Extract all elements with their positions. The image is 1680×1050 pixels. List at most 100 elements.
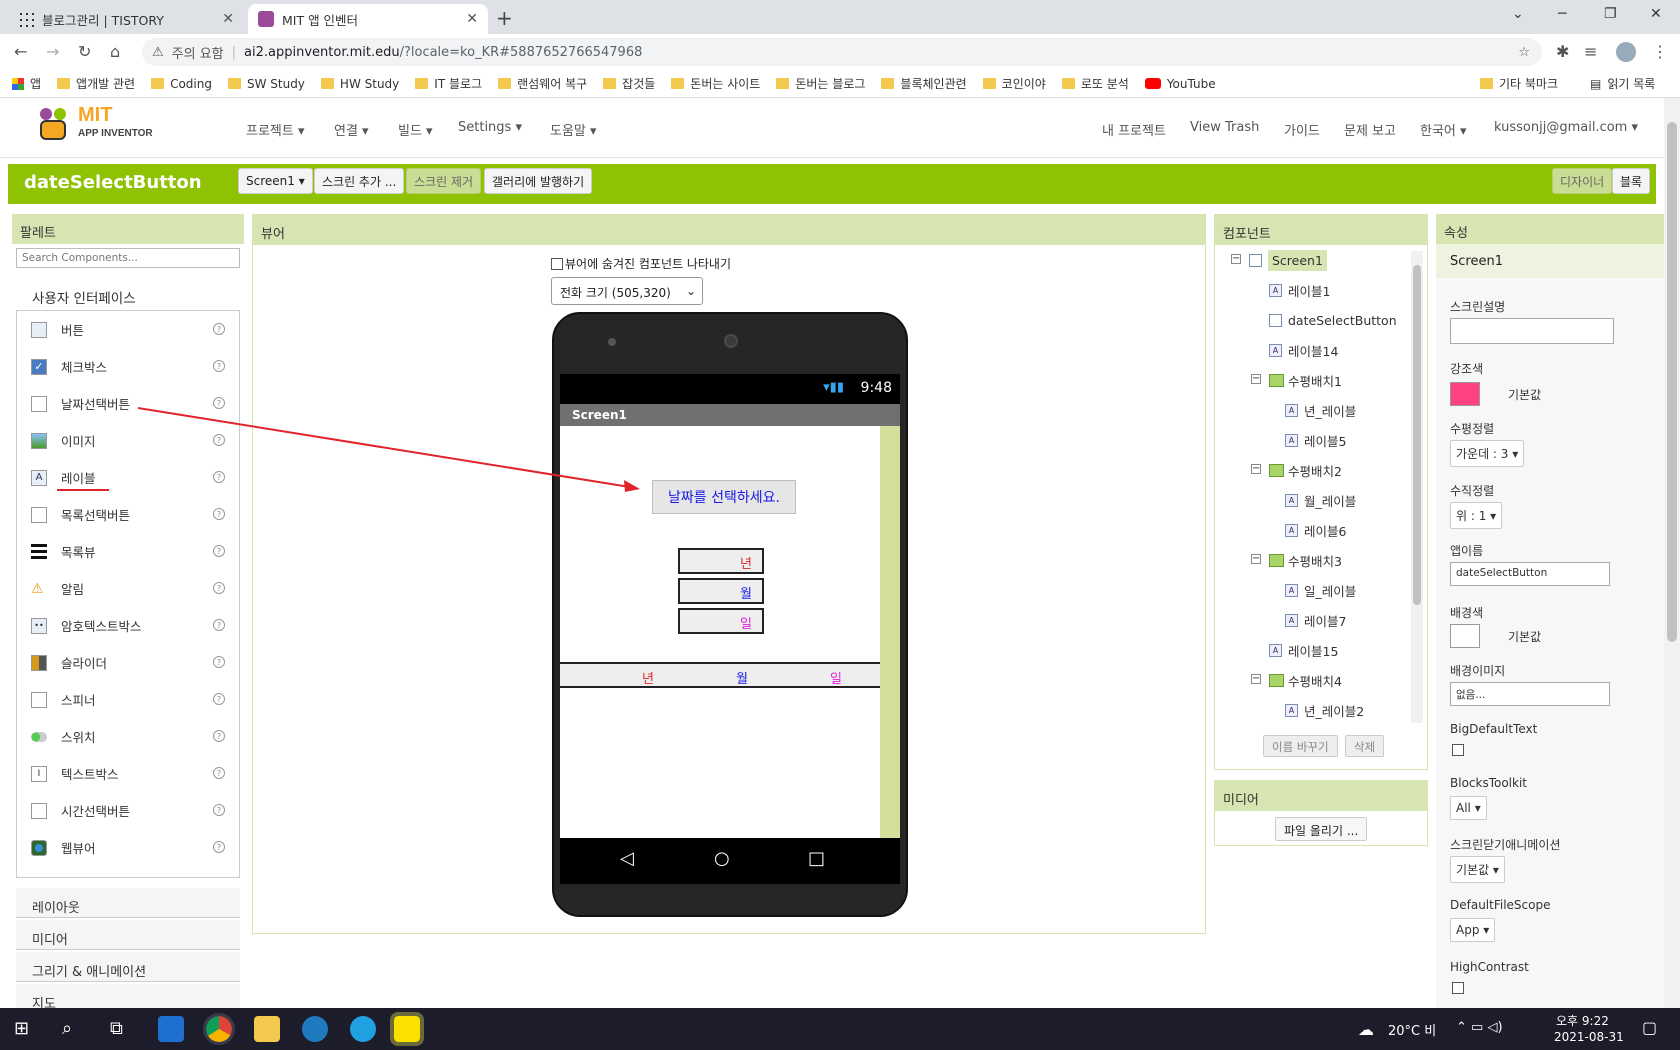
help-icon[interactable]: ? xyxy=(213,323,225,335)
collapse-toggle-icon[interactable]: − xyxy=(1251,674,1261,684)
tree-node[interactable]: A 레이블5 xyxy=(1285,429,1346,451)
close-animation-select[interactable]: 기본값 ▾ xyxy=(1450,856,1505,883)
remove-screen-button[interactable]: 스크린 제거 xyxy=(406,168,482,194)
help-icon[interactable]: ? xyxy=(213,656,225,668)
designer-button[interactable]: 디자이너 xyxy=(1552,168,1613,194)
accent-color-swatch[interactable] xyxy=(1450,382,1480,406)
date-select-button[interactable]: 날짜를 선택하세요. xyxy=(652,480,796,514)
account-menu[interactable]: kussonjj@gmail.com ▾ xyxy=(1494,120,1638,135)
chrome-icon[interactable] xyxy=(203,1013,235,1045)
tree-node[interactable]: dateSelectButton xyxy=(1269,309,1397,331)
tree-node[interactable]: − 수평배치3 xyxy=(1251,549,1342,571)
help-icon[interactable]: ? xyxy=(213,619,225,631)
month-label[interactable]: 월 xyxy=(678,578,764,604)
help-icon[interactable]: ? xyxy=(213,767,225,779)
palette-item-switch[interactable]: 스위치? xyxy=(17,718,239,755)
palette-item-spinner[interactable]: 스피너? xyxy=(17,681,239,718)
collapse-toggle-icon[interactable]: − xyxy=(1251,374,1261,384)
bookmark-folder[interactable]: SW Study xyxy=(227,77,305,91)
teamviewer-icon[interactable] xyxy=(302,1016,328,1042)
palette-item-notifier[interactable]: ⚠ 알림? xyxy=(17,570,239,607)
year-label[interactable]: 년 xyxy=(678,548,764,574)
forward-icon[interactable]: → xyxy=(46,42,59,61)
bookmark-folder[interactable]: 랜섬웨어 복구 xyxy=(498,75,587,92)
menu-kebab-icon[interactable]: ⋮ xyxy=(1652,42,1668,61)
back-nav-icon[interactable]: ◁ xyxy=(620,848,634,869)
blocks-button[interactable]: 블록 xyxy=(1612,168,1651,194)
add-screen-button[interactable]: 스크린 추가 ... xyxy=(314,168,405,194)
recent-apps-icon[interactable]: □ xyxy=(808,848,825,869)
default-file-scope-select[interactable]: App ▾ xyxy=(1450,918,1496,942)
close-tab-icon[interactable]: ✕ xyxy=(222,11,234,27)
background-image-input[interactable]: 없음... xyxy=(1450,682,1610,706)
windows-start-icon[interactable]: ⊞ xyxy=(14,1018,29,1039)
bookmark-folder[interactable]: 돈버는 블로그 xyxy=(776,75,865,92)
clock-time[interactable]: 오후 9:22 xyxy=(1556,1012,1609,1029)
palette-item-webviewer[interactable]: 웹뷰어? xyxy=(17,829,239,866)
bookmark-folder[interactable]: 코인이야 xyxy=(982,75,1046,92)
new-tab-icon[interactable]: + xyxy=(496,6,513,30)
tree-node[interactable]: − 수평배치1 xyxy=(1251,369,1342,391)
tab-app-inventor[interactable]: MIT 앱 인벤터 ✕ xyxy=(248,4,488,34)
ie-icon[interactable] xyxy=(158,1016,184,1042)
about-screen-textarea[interactable] xyxy=(1450,318,1614,344)
help-icon[interactable]: ? xyxy=(213,582,225,594)
align-horizontal-select[interactable]: 가운데 : 3 ▾ xyxy=(1450,440,1525,467)
search-icon[interactable]: ⌕ xyxy=(62,1018,72,1039)
bookmark-folder[interactable]: Coding xyxy=(151,77,212,91)
collapse-toggle-icon[interactable]: − xyxy=(1251,554,1261,564)
app-name-input[interactable]: dateSelectButton xyxy=(1450,562,1610,586)
background-color-swatch[interactable] xyxy=(1450,624,1480,648)
bookmark-reading-list[interactable]: ▤ 읽기 목록 xyxy=(1590,75,1655,92)
tree-node[interactable]: A 레이블15 xyxy=(1269,639,1338,661)
task-view-icon[interactable]: ⧉ xyxy=(110,1018,123,1039)
upload-file-button[interactable]: 파일 올리기 ... xyxy=(1275,817,1368,841)
show-hidden-checkbox[interactable] xyxy=(551,257,563,270)
phone-size-select[interactable]: 전화 크기 (505,320) ⌄ xyxy=(551,277,703,305)
search-components-input[interactable]: Search Components... xyxy=(16,248,240,268)
home-icon[interactable]: ⌂ xyxy=(110,42,120,61)
menu-build[interactable]: 빌드 ▾ xyxy=(398,120,433,139)
minimize-icon[interactable]: ─ xyxy=(1558,6,1566,22)
help-icon[interactable]: ? xyxy=(213,804,225,816)
palette-item-image[interactable]: 이미지? xyxy=(17,422,239,459)
palette-item-label[interactable]: A 레이블? xyxy=(17,459,239,496)
bookmark-folder[interactable]: 앱개발 관련 xyxy=(57,75,135,92)
view-trash-link[interactable]: View Trash xyxy=(1190,120,1259,135)
language-menu[interactable]: 한국어 ▾ xyxy=(1420,120,1467,139)
edge-icon[interactable] xyxy=(350,1016,376,1042)
tree-node[interactable]: A 일_레이블 xyxy=(1285,579,1356,601)
system-tray-icons[interactable]: ⌃ ▭ ◁) xyxy=(1456,1020,1503,1035)
day-label[interactable]: 일 xyxy=(678,608,764,634)
palette-item-passwordtextbox[interactable]: •• 암호텍스트박스? xyxy=(17,607,239,644)
tree-scroll-thumb[interactable] xyxy=(1413,265,1421,605)
palette-item-slider[interactable]: 슬라이더? xyxy=(17,644,239,681)
tab-tistory[interactable]: 블로그관리 | TISTORY ✕ xyxy=(8,4,244,34)
close-tab-icon[interactable]: ✕ xyxy=(466,11,478,27)
align-vertical-select[interactable]: 위 : 1 ▾ xyxy=(1450,502,1503,529)
notification-icon[interactable]: ▢ xyxy=(1642,1018,1657,1037)
tree-node[interactable]: A 레이블14 xyxy=(1269,339,1338,361)
tree-node[interactable]: A 레이블1 xyxy=(1269,279,1330,301)
category-drawing-animation[interactable]: 그리기 & 애니메이션 xyxy=(16,952,240,982)
help-icon[interactable]: ? xyxy=(213,471,225,483)
menu-project[interactable]: 프로젝트 ▾ xyxy=(246,120,305,139)
profile-avatar[interactable] xyxy=(1616,42,1636,62)
menu-help[interactable]: 도움말 ▾ xyxy=(550,120,597,139)
tree-node[interactable]: A 년_레이블 xyxy=(1285,399,1356,421)
palette-item-listpicker[interactable]: 목록선택버튼? xyxy=(17,496,239,533)
tree-node[interactable]: − 수평배치4 xyxy=(1251,669,1342,691)
tree-scrollbar[interactable] xyxy=(1411,251,1423,723)
palette-item-checkbox[interactable]: ✓ 체크박스? xyxy=(17,348,239,385)
reading-list-icon[interactable]: ≡ xyxy=(1584,42,1597,61)
bookmark-folder[interactable]: 로또 분석 xyxy=(1061,75,1129,92)
palette-item-timepicker[interactable]: 시간선택버튼? xyxy=(17,792,239,829)
guide-link[interactable]: 가이드 xyxy=(1284,120,1320,139)
bookmark-apps[interactable]: 앱 xyxy=(12,75,41,92)
bookmark-folder[interactable]: 블록체인관련 xyxy=(881,75,967,92)
bookmark-star-icon[interactable]: ☆ xyxy=(1518,45,1530,60)
report-issue-link[interactable]: 문제 보고 xyxy=(1344,120,1396,139)
help-icon[interactable]: ? xyxy=(213,360,225,372)
tree-node[interactable]: A 레이블6 xyxy=(1285,519,1346,541)
kakaotalk-icon[interactable] xyxy=(390,1012,424,1046)
